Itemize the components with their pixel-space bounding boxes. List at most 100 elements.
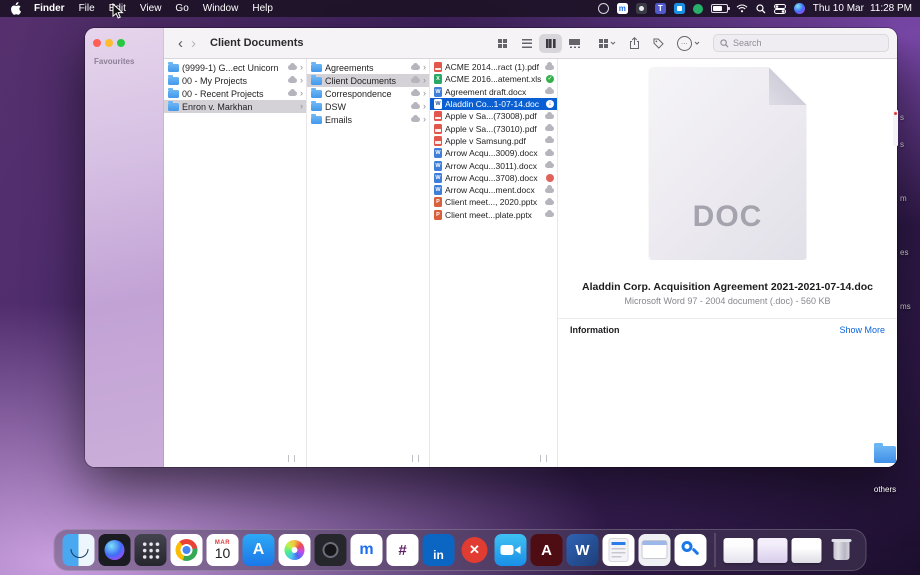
tags-button[interactable] [653,38,664,49]
file-row[interactable]: W Arrow Acqu...3011).docx [430,159,557,171]
show-more-link[interactable]: Show More [839,325,885,335]
folder-row[interactable]: Correspondence › [307,87,429,100]
file-label: ACME 2016...atement.xls [445,74,543,84]
minimized-window-thumbnail[interactable] [724,538,754,563]
desktop-folder-others-label[interactable]: others [858,485,912,494]
folder-row-selected[interactable]: Enron v. Markhan › [164,100,306,113]
blue-app-status-icon[interactable] [674,3,685,14]
file-row-selected[interactable]: W Aladdin Co...1-07-14.doc ↓ [430,98,557,110]
view-columns-button[interactable] [539,34,562,53]
desktop-icon-partial[interactable] [893,110,898,146]
document-app-dock-icon[interactable] [603,534,635,566]
file-row[interactable]: P Client meet...plate.pptx [430,209,557,221]
folder-row[interactable]: (9999-1) G...ect Unicorn › [164,61,306,74]
battery-icon[interactable] [711,4,728,13]
minimized-window-thumbnail[interactable] [758,538,788,563]
camera-dock-icon[interactable] [315,534,347,566]
view-list-button[interactable] [515,34,538,53]
green-app-status-icon[interactable] [693,4,703,14]
word-file-icon: W [434,148,442,158]
search-input[interactable]: Search [713,34,889,52]
folder-icon [311,77,322,85]
trash-dock-icon[interactable] [826,534,858,566]
file-row[interactable]: X ACME 2016...atement.xls ✓ [430,73,557,85]
menu-view[interactable]: View [133,0,169,17]
dock-separator [715,533,716,567]
window-app-dock-icon[interactable] [639,534,671,566]
cloud-status-icon [288,65,297,70]
file-row[interactable]: Apple v Sa...(73008).pdf [430,110,557,122]
column-resize-handle[interactable] [288,455,295,462]
window-toolbar: ‹ › Client Documents [164,28,897,59]
column-resize-handle[interactable] [412,455,419,462]
menu-go[interactable]: Go [168,0,195,17]
zoom-dock-icon[interactable] [495,534,527,566]
more-actions-button[interactable]: … [677,36,700,51]
photos-dock-icon[interactable] [279,534,311,566]
spotlight-icon[interactable] [756,4,766,14]
menu-help[interactable]: Help [245,0,280,17]
minimized-window-thumbnail[interactable] [792,538,822,563]
forward-button[interactable]: › [187,36,200,51]
apple-menu-icon[interactable] [10,2,21,15]
wifi-icon[interactable] [736,4,748,13]
linkedin-dock-icon[interactable]: in [423,534,455,566]
file-row[interactable]: W Arrow Acqu...3708).docx [430,172,557,184]
m-app-status-icon[interactable]: m [617,3,628,14]
folder-row[interactable]: Agreements › [307,61,429,74]
file-row[interactable]: P Client meet..., 2020.pptx [430,196,557,208]
folder-row[interactable]: Emails › [307,113,429,126]
folder-row[interactable]: 00 - My Projects › [164,74,306,87]
siri-dock-icon[interactable] [99,534,131,566]
desktop-folder-others-icon[interactable] [874,446,896,463]
file-row[interactable]: Apple v Samsung.pdf [430,135,557,147]
screen-record-icon[interactable] [598,3,609,14]
red-x-app-dock-icon[interactable] [459,534,491,566]
folder-row[interactable]: 00 - Recent Projects › [164,87,306,100]
acrobat-dock-icon[interactable]: A [531,534,563,566]
close-button[interactable] [93,39,101,47]
word-file-icon: W [434,161,442,171]
folder-row[interactable]: DSW › [307,100,429,113]
file-row[interactable]: ACME 2014...ract (1).pdf [430,61,557,73]
back-button[interactable]: ‹ [174,36,187,51]
zoom-button[interactable] [117,39,125,47]
app-store-dock-icon[interactable]: A [243,534,275,566]
cloud-status-icon [411,91,420,96]
folder-row-selected[interactable]: Client Documents › [307,74,429,87]
file-row[interactable]: W Agreement draft.docx [430,86,557,98]
siri-icon[interactable] [794,3,805,14]
word-dock-icon[interactable]: W [567,534,599,566]
m-app-dock-icon[interactable]: m [351,534,383,566]
file-row[interactable]: W Arrow Acqu...3009).docx [430,147,557,159]
column-resize-handle[interactable] [540,455,547,462]
menu-file[interactable]: File [72,0,102,17]
file-row[interactable]: Apple v Sa...(73010).pdf [430,122,557,134]
slack-dock-icon[interactable]: # [387,534,419,566]
search-app-dock-icon[interactable] [675,534,707,566]
finder-sidebar: Favourites [85,28,164,467]
camera-app-status-icon[interactable] [636,3,647,14]
chrome-dock-icon[interactable] [171,534,203,566]
view-icons-button[interactable] [491,34,514,53]
control-center-icon[interactable] [774,4,786,14]
calendar-dock-icon[interactable]: MAR 10 [207,534,239,566]
menu-finder[interactable]: Finder [27,0,72,17]
launchpad-dock-icon[interactable] [135,534,167,566]
minimize-button[interactable] [105,39,113,47]
menu-bar-clock[interactable]: Thu 10 Mar 11:28 PM [813,3,912,14]
file-row[interactable]: W Arrow Acqu...ment.docx [430,184,557,196]
cloud-status-icon [411,104,420,109]
cloud-status-icon [545,65,554,70]
chevron-right-icon: › [423,102,426,111]
finder-dock-icon[interactable] [63,534,95,566]
view-gallery-button[interactable] [563,34,586,53]
folder-icon [311,103,322,111]
pdf-file-icon [434,62,442,72]
group-by-button[interactable] [599,39,616,48]
teams-status-icon[interactable]: T [655,3,666,14]
folder-icon [168,64,179,72]
menu-window[interactable]: Window [196,0,246,17]
share-button[interactable] [629,37,640,50]
desktop-label-fragment: s [900,113,904,122]
